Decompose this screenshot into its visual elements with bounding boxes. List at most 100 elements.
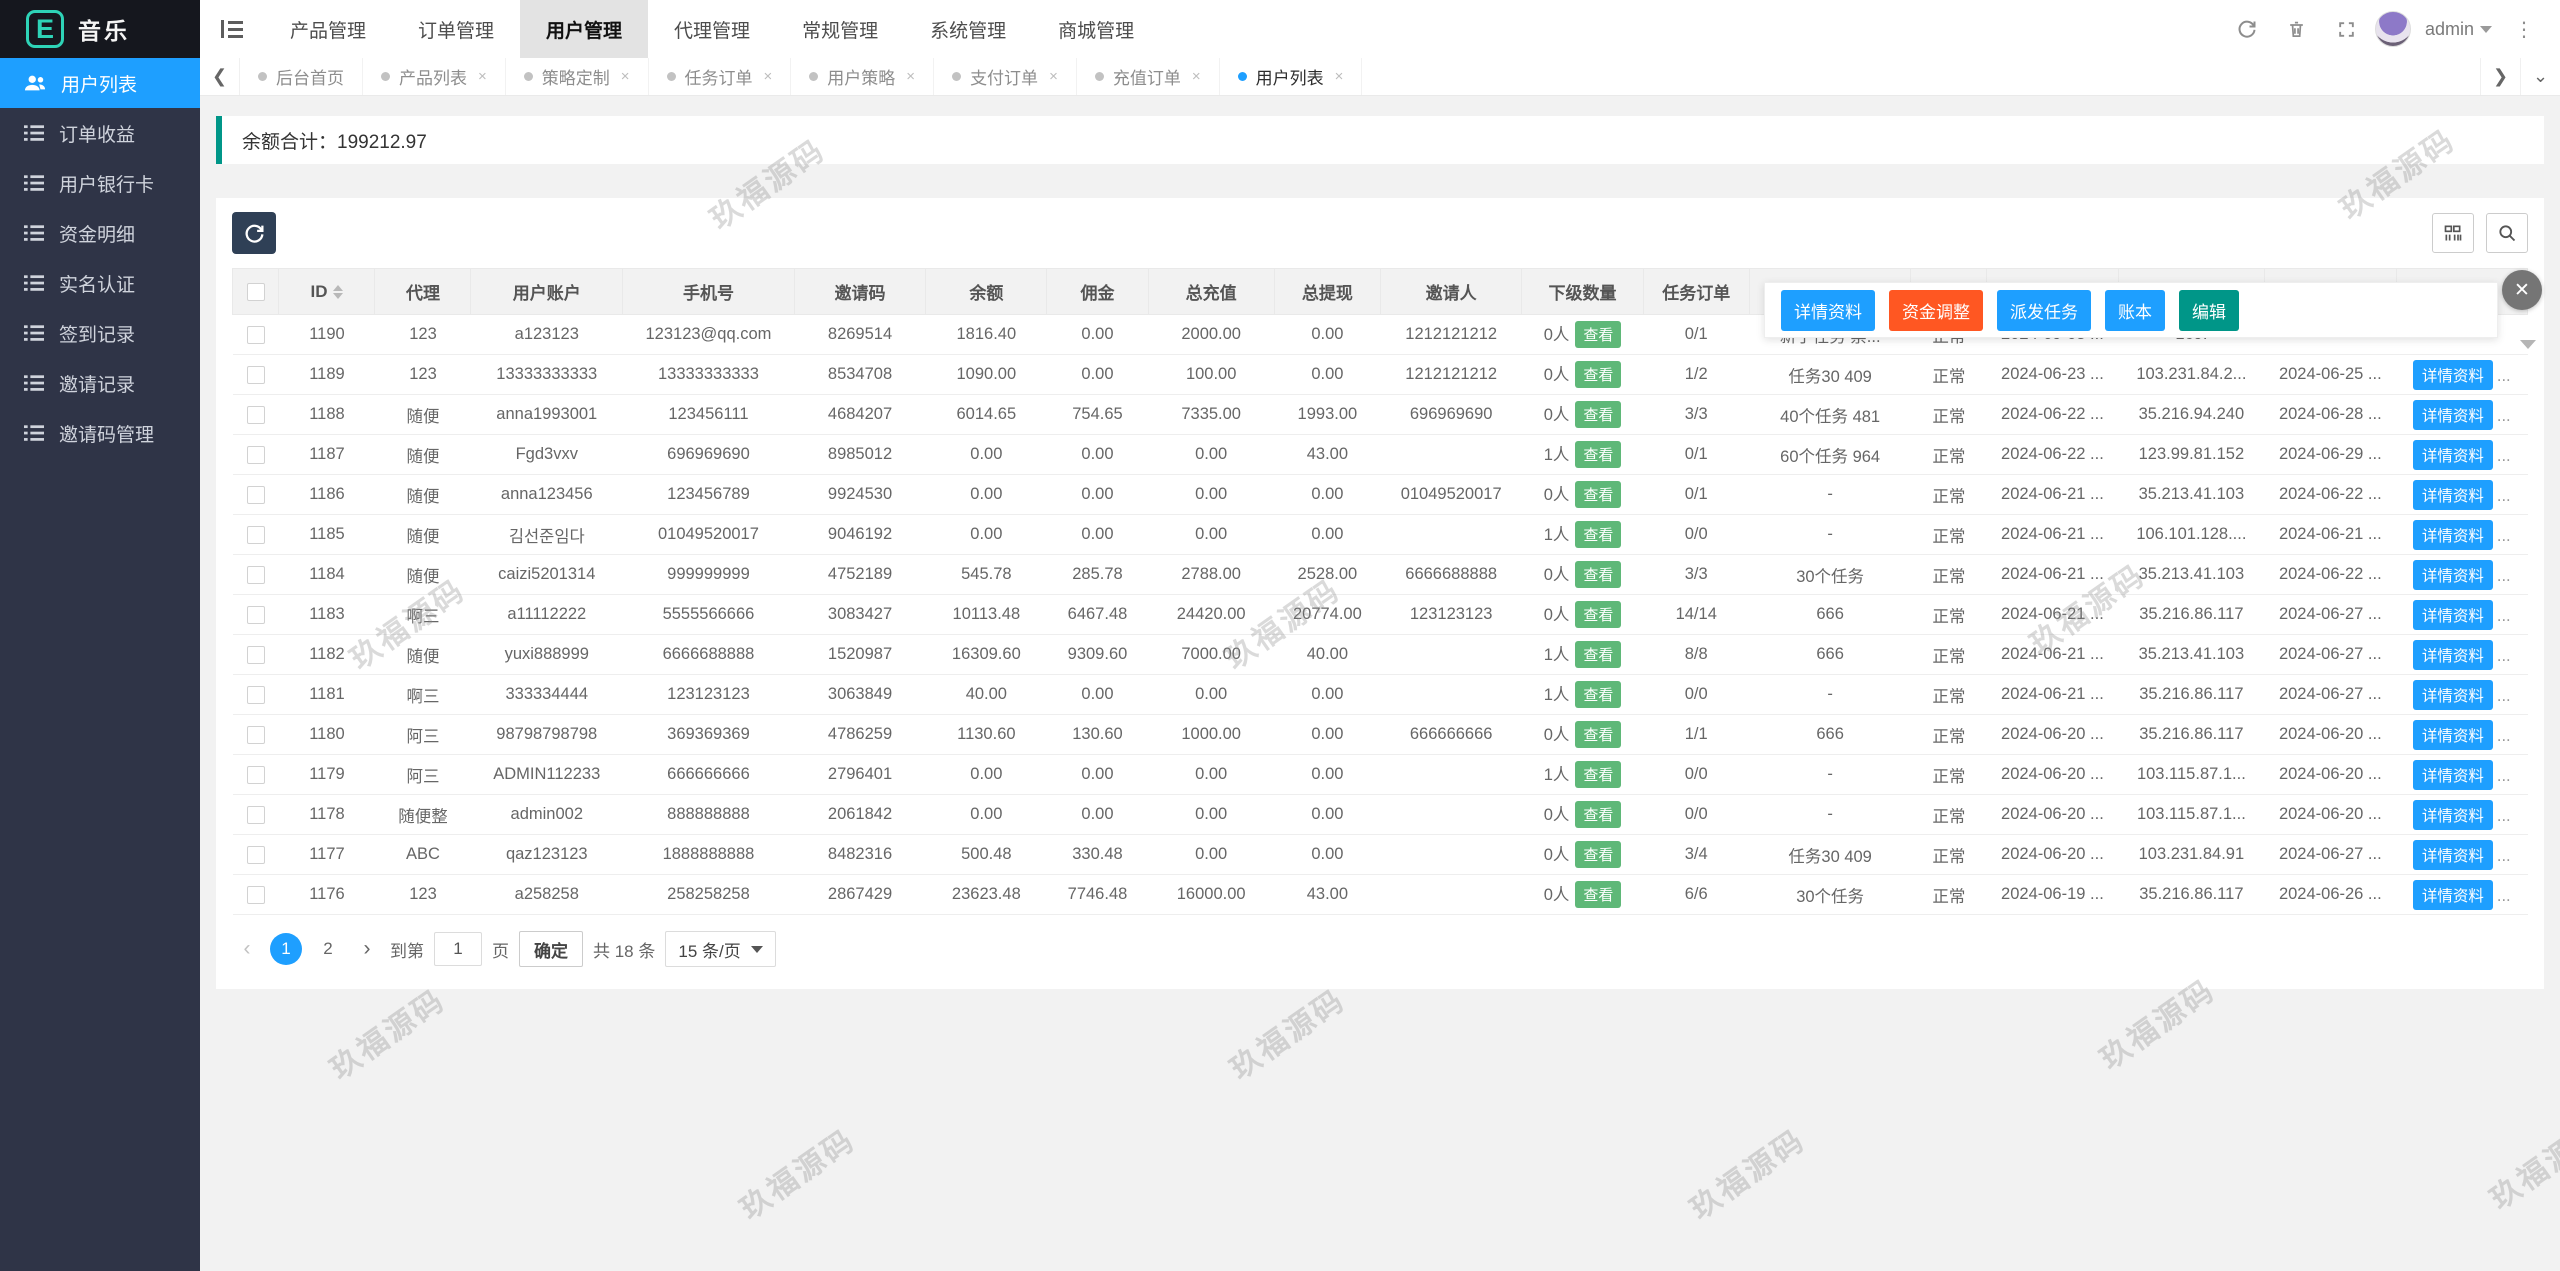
view-subordinates-button[interactable]: 查看 [1575,681,1621,708]
detail-button[interactable]: 详情资料 [2413,800,2493,830]
row-checkbox[interactable] [247,886,265,904]
more-actions-icon[interactable]: ... [2497,487,2511,505]
tabs-scroll-right-icon[interactable]: ❯ [2480,58,2520,95]
tab-close-icon[interactable]: × [1049,68,1058,85]
row-checkbox[interactable] [247,806,265,824]
more-actions-icon[interactable]: ... [2497,447,2511,465]
row-checkbox[interactable] [247,486,265,504]
nav-item-1[interactable]: 产品管理 [264,0,392,58]
more-actions-icon[interactable]: ... [2497,887,2511,905]
detail-button[interactable]: 详情资料 [2413,880,2493,910]
row-checkbox[interactable] [247,766,265,784]
row-checkbox[interactable] [247,646,265,664]
page-number-input[interactable] [434,932,482,966]
page-size-select[interactable]: 15 条/页 [665,931,775,967]
row-checkbox[interactable] [247,446,265,464]
action-button-2[interactable]: 资金调整 [1889,290,1983,331]
sidebar-item-5[interactable]: 实名认证 [0,258,200,308]
next-page-icon[interactable]: › [354,937,380,961]
more-actions-icon[interactable]: ... [2497,367,2511,385]
view-subordinates-button[interactable]: 查看 [1575,841,1621,868]
refresh-icon[interactable] [2225,0,2269,58]
detail-button[interactable]: 详情资料 [2413,640,2493,670]
view-subordinates-button[interactable]: 查看 [1575,881,1621,908]
view-subordinates-button[interactable]: 查看 [1575,361,1621,388]
more-actions-icon[interactable]: ... [2497,527,2511,545]
sidebar-item-4[interactable]: 资金明细 [0,208,200,258]
more-actions-icon[interactable]: ... [2497,767,2511,785]
view-subordinates-button[interactable]: 查看 [1575,401,1621,428]
row-checkbox[interactable] [247,566,265,584]
detail-button[interactable]: 详情资料 [2413,360,2493,390]
row-checkbox[interactable] [247,326,265,344]
more-actions-icon[interactable]: ... [2497,847,2511,865]
column-header-1[interactable]: ID [279,269,375,315]
nav-item-6[interactable]: 系统管理 [904,0,1032,58]
page-button-2[interactable]: 2 [312,933,344,965]
tab-close-icon[interactable]: × [764,68,773,85]
row-checkbox[interactable] [247,526,265,544]
detail-button[interactable]: 详情资料 [2413,680,2493,710]
sidebar-item-1[interactable]: 用户列表 [0,58,200,108]
detail-button[interactable]: 详情资料 [2413,520,2493,550]
table-refresh-button[interactable] [232,212,276,254]
detail-button[interactable]: 详情资料 [2413,440,2493,470]
detail-button[interactable]: 详情资料 [2413,720,2493,750]
detail-button[interactable]: 详情资料 [2413,840,2493,870]
row-checkbox[interactable] [247,846,265,864]
confirm-page-button[interactable]: 确定 [519,931,583,967]
trash-icon[interactable] [2275,0,2319,58]
row-checkbox[interactable] [247,406,265,424]
tab-5[interactable]: 用户策略× [791,58,934,95]
view-subordinates-button[interactable]: 查看 [1575,641,1621,668]
detail-button[interactable]: 详情资料 [2413,560,2493,590]
nav-item-3[interactable]: 用户管理 [520,0,648,58]
select-all-checkbox[interactable] [247,283,265,301]
view-subordinates-button[interactable]: 查看 [1575,721,1621,748]
detail-button[interactable]: 详情资料 [2413,760,2493,790]
detail-button[interactable]: 详情资料 [2413,400,2493,430]
panel-collapse-icon[interactable] [2520,340,2536,349]
view-subordinates-button[interactable]: 查看 [1575,441,1621,468]
view-subordinates-button[interactable]: 查看 [1575,521,1621,548]
nav-item-2[interactable]: 订单管理 [392,0,520,58]
action-button-4[interactable]: 账本 [2105,290,2165,331]
tab-1[interactable]: 后台首页 [240,58,363,95]
sidebar-item-7[interactable]: 邀请记录 [0,358,200,408]
view-subordinates-button[interactable]: 查看 [1575,321,1621,348]
view-subordinates-button[interactable]: 查看 [1575,761,1621,788]
tab-2[interactable]: 产品列表× [363,58,506,95]
view-subordinates-button[interactable]: 查看 [1575,801,1621,828]
more-actions-icon[interactable]: ... [2497,647,2511,665]
tab-4[interactable]: 任务订单× [649,58,792,95]
tab-7[interactable]: 充值订单× [1077,58,1220,95]
nav-item-4[interactable]: 代理管理 [648,0,776,58]
nav-item-5[interactable]: 常规管理 [776,0,904,58]
view-subordinates-button[interactable]: 查看 [1575,481,1621,508]
tabs-menu-icon[interactable]: ⌄ [2520,58,2560,95]
tab-3[interactable]: 策略定制× [506,58,649,95]
tab-close-icon[interactable]: × [1192,68,1201,85]
more-actions-icon[interactable]: ... [2497,607,2511,625]
page-button-1[interactable]: 1 [270,933,302,965]
tab-6[interactable]: 支付订单× [934,58,1077,95]
tab-close-icon[interactable]: × [621,68,630,85]
more-actions-icon[interactable]: ... [2497,807,2511,825]
row-checkbox[interactable] [247,686,265,704]
more-actions-icon[interactable]: ... [2497,407,2511,425]
view-subordinates-button[interactable]: 查看 [1575,601,1621,628]
detail-button[interactable]: 详情资料 [2413,480,2493,510]
tab-close-icon[interactable]: × [1335,68,1344,85]
tab-8[interactable]: 用户列表× [1220,58,1363,95]
tabs-scroll-left-icon[interactable]: ❮ [200,58,240,95]
action-button-3[interactable]: 派发任务 [1997,290,2091,331]
more-menu-icon[interactable]: ⋮ [2502,0,2546,58]
row-checkbox[interactable] [247,726,265,744]
more-actions-icon[interactable]: ... [2497,687,2511,705]
columns-filter-icon[interactable] [2432,213,2474,253]
fullscreen-icon[interactable] [2325,0,2369,58]
view-subordinates-button[interactable]: 查看 [1575,561,1621,588]
sidebar-collapse-icon[interactable] [200,0,264,58]
user-menu[interactable]: admin [2425,19,2492,40]
search-icon[interactable] [2486,213,2528,253]
